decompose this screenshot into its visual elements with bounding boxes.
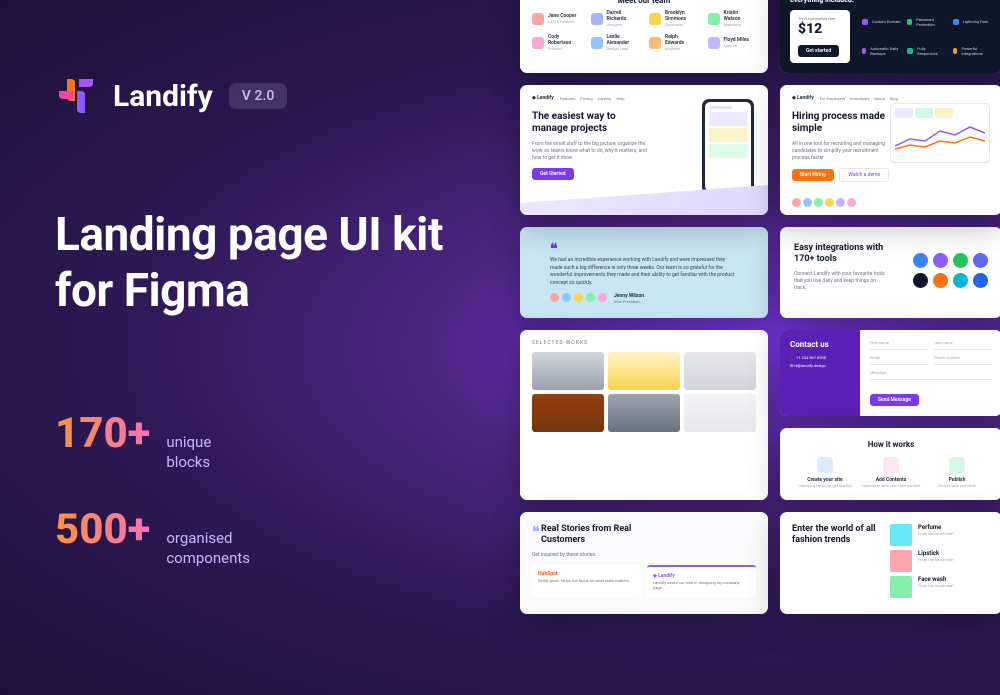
contact-title: Contact us <box>790 340 850 349</box>
team-member: Leslie AlexanderDesign Lead <box>591 35 640 51</box>
preview-team: Meet our team Jane CooperCEO & Founder Da… <box>520 0 768 73</box>
pricing-feature: Powerful Integrations <box>953 40 992 64</box>
hero2-title: Hiring process made simple <box>792 111 892 135</box>
price-value: $12 <box>798 21 842 37</box>
step: PublishGo live with one click <box>927 457 986 488</box>
brand-name: Landify <box>113 79 213 114</box>
step: Add ContentsCustomize with your own cont… <box>861 457 920 488</box>
stat-number: 170+ <box>55 409 150 458</box>
preview-contact: Contact us 📞 +1 234 567 8900 ✉ hi@landif… <box>780 330 1000 416</box>
headline: Landing page UI kit for Figma <box>55 207 475 319</box>
team-member: Brooklyn SimmonsDeveloper <box>649 11 698 27</box>
preview-stories: ❝ Real Stories from Real Customers Get i… <box>520 512 768 614</box>
pricing-feature: Fully Responsive <box>907 40 946 64</box>
contact-submit[interactable]: Send Message <box>870 394 919 406</box>
fashion-item: Face washFrom the small stuff <box>890 576 990 598</box>
fashion-title: Enter the world of all fashion trends <box>792 524 880 546</box>
quote-icon: ❝ <box>550 241 558 257</box>
fashion-item: LipstickFrom the small stuff <box>890 550 990 572</box>
brand-header: Landify V 2.0 <box>55 75 475 117</box>
hero1-title: The easiest way to manage projects <box>532 111 652 135</box>
stories-title: Real Stories from Real Customers <box>541 524 661 546</box>
dashboard-mockup <box>890 103 990 163</box>
stat-number: 500+ <box>55 505 150 554</box>
stat-blocks: 170+ uniqueblocks <box>55 409 475 473</box>
preview-grid: Meet our team Jane CooperCEO & Founder Da… <box>520 0 1000 614</box>
pricing-feature: Password Protection <box>907 10 946 34</box>
pricing-tagline: everything included. <box>790 0 992 4</box>
tool-icons <box>898 253 988 288</box>
preview-fashion: Enter the world of all fashion trends Pe… <box>780 512 1000 614</box>
step: Create your siteChoose a layout to get s… <box>795 457 854 488</box>
testimonial-avatars: Jenny WilsonVice President <box>550 293 738 304</box>
team-member: Floyd MilesSupport <box>708 35 757 51</box>
howitworks-title: How it works <box>792 440 990 449</box>
stat-label: uniqueblocks <box>166 432 211 473</box>
hero1-cta[interactable]: Get Started <box>532 168 574 180</box>
phone-mockup <box>702 99 754 194</box>
pricing-cta[interactable]: Get started <box>798 45 839 57</box>
preview-integrations: Easy integrations with 170+ tools Connec… <box>780 227 1000 318</box>
team-member: Ralph EdwardsEngineer <box>649 35 698 51</box>
preview-howitworks: How it works Create your siteChoose a la… <box>780 428 1000 500</box>
integrations-title: Easy integrations with 170+ tools <box>794 243 886 265</box>
preview-testimonial: ❝ We had an incredible experience workin… <box>520 227 768 318</box>
gallery-title: SELECTED WORKS <box>532 340 756 346</box>
version-badge: V 2.0 <box>229 83 288 109</box>
preview-pricing: everything included. Try it completely f… <box>780 0 1000 73</box>
hero2-cta1[interactable]: Start Hiring <box>792 169 834 181</box>
pricing-feature: Custom Domain <box>862 10 901 34</box>
team-member: Cody RobertsonProduct <box>532 35 581 51</box>
team-title: Meet our team <box>532 0 756 5</box>
quote-icon: ❝ <box>532 524 540 540</box>
pricing-feature: Lightning Fast <box>953 10 992 34</box>
hero2-cta2[interactable]: Watch a demo <box>839 168 889 182</box>
stat-components: 500+ organisedcomponents <box>55 505 475 569</box>
team-member: Kristin WatsonMarketing <box>708 11 757 27</box>
team-member: Jane CooperCEO & Founder <box>532 11 581 27</box>
avatar-stack <box>792 198 856 207</box>
pricing-feature: Automatic Daily Backups <box>862 40 901 64</box>
preview-gallery: SELECTED WORKS <box>520 330 768 500</box>
preview-hero-projects: ◆ Landify FeaturesPricingCareersHelp The… <box>520 85 768 215</box>
landify-logo <box>55 75 97 117</box>
team-member: Darrell RichardsDesigner <box>591 11 640 27</box>
preview-hero-hiring: ◆ Landify For EmployersIndividualsAboutB… <box>780 85 1000 215</box>
stat-label: organisedcomponents <box>166 528 250 569</box>
fashion-item: PerfumeFrom the small stuff <box>890 524 990 546</box>
